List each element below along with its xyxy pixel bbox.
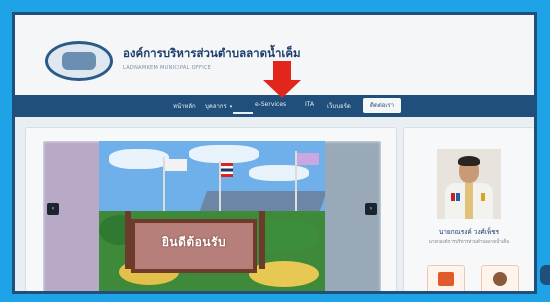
flag-thai-icon [221,163,233,177]
slider-next-button[interactable]: › [365,203,377,215]
previous-slide-preview [43,141,103,291]
service-tile[interactable] [427,265,465,291]
medal-icon [451,193,455,201]
medal-icon [456,193,460,201]
mayor-portrait [437,149,501,219]
nav-active-underline [233,112,253,114]
contact-button[interactable]: ติดต่อเรา [363,98,401,113]
welcome-sign-text: ยินดีต้อนรับ [161,235,227,249]
red-arrow-icon [273,61,291,81]
nav-item-personnel[interactable]: บุคลากร ▾ [205,101,232,111]
welcome-sign: ยินดีต้อนรับ [131,219,257,273]
sign-post [259,211,265,269]
image-slider[interactable]: ยินดีต้อนรับ ‹ › [43,141,381,291]
site-logo-icon[interactable] [45,41,113,81]
current-slide-image: ยินดีต้อนรับ [99,141,325,291]
medal-icon [481,193,485,201]
hair [458,156,480,166]
nav-item-personnel-label: บุคลากร [205,103,227,110]
gift-box-icon [438,272,454,286]
logo-emblem [62,52,96,70]
site-subtitle: LADNAMKEM MUNICIPAL OFFICE [123,65,212,71]
flag-purple-icon [297,153,319,165]
mayor-title: นายกองค์การบริหารส่วนตำบลลาดน้ำเค็ม [428,240,510,245]
slider-prev-button[interactable]: ‹ [47,203,59,215]
building-roof [198,191,325,213]
mayor-name: นายกณรงค์ วงศ์เพ็ชร [438,228,500,236]
red-arrow-head-icon [263,80,301,98]
cloud [189,145,259,163]
nav-item-home[interactable]: หน้าหลัก [173,101,196,111]
nav-item-ita[interactable]: ITA [305,101,314,108]
next-slide-preview [321,141,381,291]
cloud [249,165,309,181]
service-tile[interactable] [481,265,519,291]
browser-viewport: องค์การบริหารส่วนตำบลลาดน้ำเค็ม LADNAMKE… [12,12,537,294]
cloud [109,149,169,169]
nav-item-webboard[interactable]: เว็บบอร์ด [327,101,351,111]
side-tab[interactable] [540,265,550,285]
chevron-down-icon: ▾ [229,104,233,110]
main-nav: หน้าหลัก บุคลากร ▾ e-Services ITA เว็บบอร… [15,95,534,117]
nav-item-e-services[interactable]: e-Services [255,101,286,108]
uniform-placket [465,183,473,219]
flag-white-icon [165,159,187,171]
person-icon [493,272,507,286]
